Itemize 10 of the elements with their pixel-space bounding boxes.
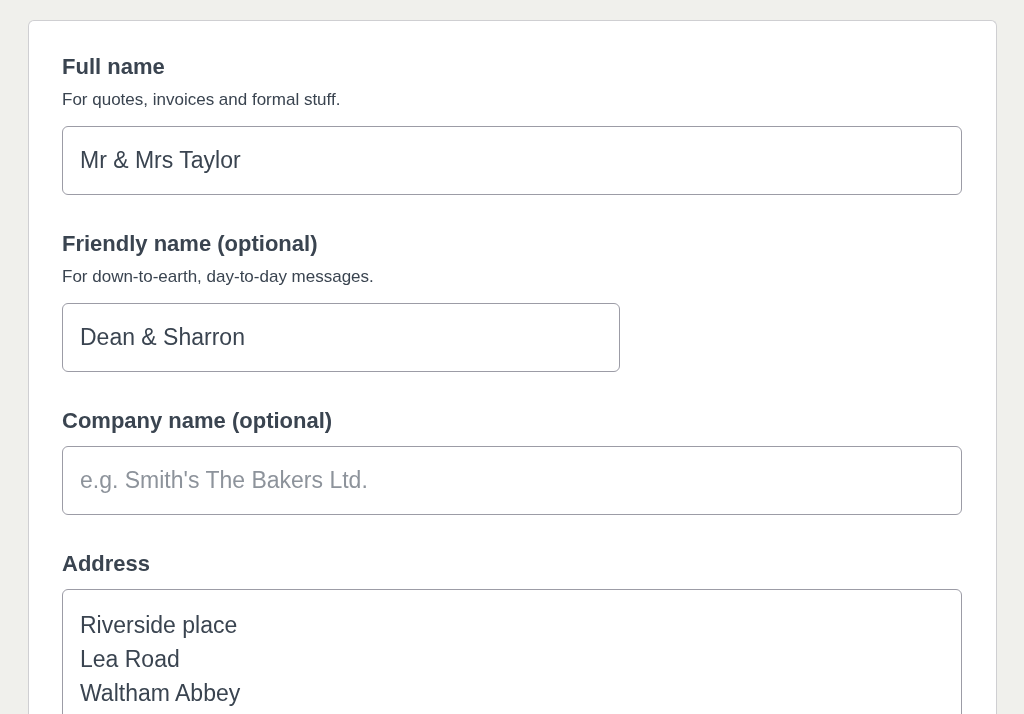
field-label: Full name <box>62 53 165 81</box>
field-hint: For down-to-earth, day-to-day messages. <box>62 266 374 288</box>
field-label: Company name (optional) <box>62 407 333 435</box>
field-label: Address <box>62 550 151 578</box>
text-input-field[interactable]: Mr & Mrs Taylor <box>62 126 962 195</box>
address-text-area[interactable]: Riverside place Lea Road Waltham Abbey <box>62 589 962 714</box>
text-input-field[interactable]: e.g. Smith's The Bakers Ltd. <box>62 446 962 515</box>
field-hint: For quotes, invoices and formal stuff. <box>62 89 341 111</box>
text-input-field[interactable]: Dean & Sharron <box>62 303 620 372</box>
field-label: Friendly name (optional) <box>62 230 318 258</box>
